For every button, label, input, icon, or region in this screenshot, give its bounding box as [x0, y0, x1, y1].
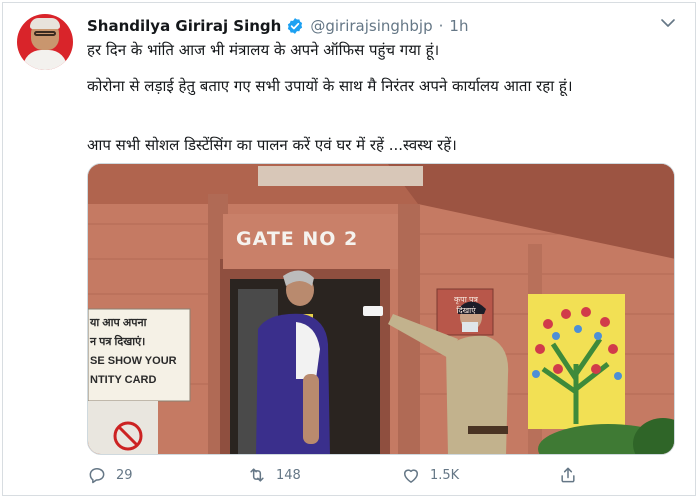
retweet-button[interactable]: 148	[247, 465, 301, 485]
brown-board-text: कृपा पत्र दिखाएं	[440, 294, 492, 316]
tweet-header: Shandilya Giriraj Singh @girirajsinghbjp…	[87, 15, 468, 37]
tweet-text-line1: हर दिन के भांति आज भी मंत्रालय के अपने ऑ…	[87, 41, 440, 59]
tweet-text-line2: कोरोना से लड़ाई हेतु बताए गए सभी उपायों …	[87, 77, 573, 95]
like-count: 1.5K	[430, 467, 460, 483]
avatar[interactable]	[17, 14, 73, 70]
tweet-actions: 29 148 1.5K	[87, 465, 677, 487]
tweet-card[interactable]: Shandilya Giriraj Singh @girirajsinghbjp…	[2, 2, 696, 496]
author-handle[interactable]: @girirajsinghbjp	[310, 17, 432, 35]
brown-board-line2: दिखाएं	[456, 306, 476, 315]
left-notice-line4: NTITY CARD	[90, 374, 157, 386]
share-button[interactable]	[558, 465, 578, 485]
avatar-body	[23, 50, 67, 70]
left-notice-line2: न पत्र दिखाएं।	[90, 336, 146, 348]
verified-badge-icon	[288, 18, 303, 34]
reply-icon	[89, 468, 105, 484]
like-icon	[403, 469, 419, 483]
photo-scene	[88, 164, 674, 454]
tweet-photo[interactable]: GATE NO 2 या आप अपना न पत्र दिखाएं। SE S…	[87, 163, 675, 455]
chevron-down-icon[interactable]	[659, 14, 677, 32]
gate-sign: GATE NO 2	[236, 228, 359, 250]
avatar-hair	[30, 18, 60, 29]
retweet-count: 148	[276, 467, 301, 483]
author-name[interactable]: Shandilya Giriraj Singh	[87, 17, 281, 35]
tweet-time[interactable]: 1h	[449, 17, 468, 35]
tweet-text-line3: आप सभी सोशल डिस्टेंसिंग का पालन करें एवं…	[87, 136, 457, 154]
reply-count: 29	[116, 467, 133, 483]
left-notice-line3: SE SHOW YOUR	[90, 355, 177, 367]
avatar-glasses	[34, 31, 56, 36]
separator-dot: ·	[438, 17, 444, 35]
like-button[interactable]: 1.5K	[401, 465, 459, 485]
retweet-icon	[250, 468, 264, 482]
left-notice-line1: या आप अपना	[90, 317, 147, 329]
reply-button[interactable]: 29	[87, 465, 133, 485]
share-icon	[561, 467, 575, 483]
brown-board-line1: कृपा पत्र	[454, 295, 478, 304]
left-notice-text: या आप अपना न पत्र दिखाएं। SE SHOW YOUR N…	[90, 314, 188, 390]
